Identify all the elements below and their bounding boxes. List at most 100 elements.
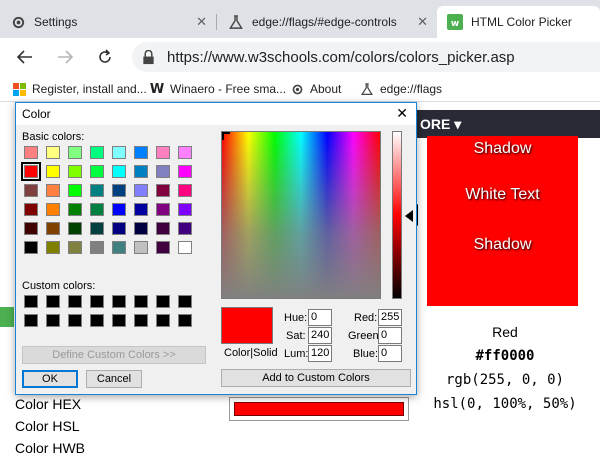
winaero-icon: W bbox=[149, 81, 165, 97]
bookmark-about[interactable]: About bbox=[290, 80, 341, 98]
color-input-swatch[interactable] bbox=[229, 397, 409, 421]
basic-color-swatch[interactable] bbox=[134, 165, 148, 178]
basic-color-swatch[interactable] bbox=[68, 184, 82, 197]
basic-color-swatch[interactable] bbox=[68, 222, 82, 235]
basic-color-swatch[interactable] bbox=[156, 184, 170, 197]
hue-input[interactable]: 0 bbox=[308, 309, 332, 326]
tab-settings[interactable]: Settings ✕ bbox=[0, 6, 215, 38]
custom-color-swatch[interactable] bbox=[46, 314, 60, 327]
nav-more-menu[interactable]: ORE ▾ bbox=[410, 110, 600, 138]
address-url[interactable]: https://www.w3schools.com/colors/colors_… bbox=[167, 49, 515, 66]
custom-color-swatch[interactable] bbox=[46, 295, 60, 308]
custom-color-swatch[interactable] bbox=[112, 314, 126, 327]
basic-color-swatch[interactable] bbox=[178, 165, 192, 178]
basic-color-swatch[interactable] bbox=[156, 146, 170, 159]
basic-color-swatch[interactable] bbox=[112, 241, 126, 254]
basic-color-swatch[interactable] bbox=[134, 184, 148, 197]
custom-color-swatch[interactable] bbox=[134, 314, 148, 327]
cancel-button[interactable]: Cancel bbox=[86, 370, 142, 388]
address-bar[interactable]: https://www.w3schools.com/colors/colors_… bbox=[132, 42, 600, 72]
ok-button[interactable]: OK bbox=[22, 370, 78, 388]
basic-color-swatch[interactable] bbox=[24, 222, 38, 235]
custom-color-swatch[interactable] bbox=[156, 314, 170, 327]
custom-color-swatch[interactable] bbox=[90, 295, 104, 308]
custom-color-swatch[interactable] bbox=[156, 295, 170, 308]
basic-color-swatch[interactable] bbox=[24, 241, 38, 254]
custom-color-swatch[interactable] bbox=[24, 314, 38, 327]
luminance-slider[interactable] bbox=[392, 131, 402, 299]
bookmark-register[interactable]: Register, install and... bbox=[12, 80, 147, 98]
lum-input[interactable]: 120 bbox=[308, 345, 332, 362]
close-icon[interactable]: ✕ bbox=[396, 105, 408, 122]
basic-color-swatch[interactable] bbox=[90, 184, 104, 197]
basic-color-swatch[interactable] bbox=[68, 146, 82, 159]
refresh-button[interactable] bbox=[94, 46, 116, 68]
basic-color-swatch[interactable] bbox=[90, 241, 104, 254]
color-spectrum[interactable] bbox=[221, 131, 381, 299]
color-solid-preview bbox=[221, 307, 273, 344]
custom-color-swatch[interactable] bbox=[112, 295, 126, 308]
close-icon[interactable]: ✕ bbox=[417, 14, 428, 30]
close-icon[interactable]: ✕ bbox=[196, 14, 207, 30]
tab-html-color-picker[interactable]: w HTML Color Picker bbox=[437, 6, 600, 38]
basic-color-swatch[interactable] bbox=[156, 165, 170, 178]
custom-color-swatch[interactable] bbox=[178, 314, 192, 327]
basic-color-swatch[interactable] bbox=[68, 165, 82, 178]
basic-color-swatch[interactable] bbox=[134, 146, 148, 159]
basic-color-swatch[interactable] bbox=[90, 146, 104, 159]
basic-color-swatch[interactable] bbox=[46, 165, 60, 178]
basic-color-swatch[interactable] bbox=[112, 203, 126, 216]
basic-color-swatch[interactable] bbox=[178, 222, 192, 235]
basic-color-swatch[interactable] bbox=[112, 184, 126, 197]
red-input[interactable]: 255 bbox=[378, 309, 402, 326]
basic-color-swatch[interactable] bbox=[134, 203, 148, 216]
basic-color-swatch[interactable] bbox=[134, 222, 148, 235]
basic-color-swatch[interactable] bbox=[46, 222, 60, 235]
tab-edge-flags[interactable]: edge://flags/#edge-controls ✕ bbox=[218, 6, 436, 38]
custom-color-swatch[interactable] bbox=[178, 295, 192, 308]
basic-color-swatch[interactable] bbox=[90, 165, 104, 178]
link-color-hwb[interactable]: Color HWB bbox=[15, 440, 85, 456]
basic-color-swatch[interactable] bbox=[134, 241, 148, 254]
link-color-hex[interactable]: Color HEX bbox=[15, 396, 81, 412]
basic-color-swatch[interactable] bbox=[24, 203, 38, 216]
basic-color-swatch[interactable] bbox=[178, 241, 192, 254]
basic-color-swatch[interactable] bbox=[156, 203, 170, 216]
basic-color-swatch[interactable] bbox=[68, 203, 82, 216]
basic-color-swatch[interactable] bbox=[178, 203, 192, 216]
basic-color-swatch[interactable] bbox=[112, 146, 126, 159]
basic-color-swatch[interactable] bbox=[68, 241, 82, 254]
luminance-slider-arrow-icon[interactable] bbox=[405, 210, 413, 222]
link-color-hsl[interactable]: Color HSL bbox=[15, 418, 80, 434]
basic-color-swatch[interactable] bbox=[90, 222, 104, 235]
basic-color-swatch[interactable] bbox=[156, 241, 170, 254]
blue-input[interactable]: 0 bbox=[378, 345, 402, 362]
basic-color-swatch[interactable] bbox=[46, 184, 60, 197]
basic-color-swatch[interactable] bbox=[178, 146, 192, 159]
basic-color-swatch[interactable] bbox=[46, 203, 60, 216]
basic-color-swatch[interactable] bbox=[21, 162, 41, 181]
forward-button[interactable] bbox=[54, 46, 76, 68]
basic-color-swatch[interactable] bbox=[24, 146, 38, 159]
bookmark-winaero[interactable]: W Winaero - Free sma... bbox=[150, 80, 286, 98]
basic-color-swatch[interactable] bbox=[46, 146, 60, 159]
sat-input[interactable]: 240 bbox=[308, 327, 332, 344]
basic-color-swatch[interactable] bbox=[156, 222, 170, 235]
basic-color-swatch[interactable] bbox=[112, 165, 126, 178]
basic-color-swatch[interactable] bbox=[178, 184, 192, 197]
basic-color-swatch[interactable] bbox=[90, 203, 104, 216]
basic-color-swatch[interactable] bbox=[112, 222, 126, 235]
custom-color-swatch[interactable] bbox=[68, 295, 82, 308]
custom-color-swatch[interactable] bbox=[134, 295, 148, 308]
green-input[interactable]: 0 bbox=[378, 327, 402, 344]
back-button[interactable] bbox=[14, 46, 36, 68]
basic-color-swatch[interactable] bbox=[46, 241, 60, 254]
basic-color-swatch[interactable] bbox=[24, 184, 38, 197]
add-to-custom-colors-button[interactable]: Add to Custom Colors bbox=[221, 369, 411, 387]
custom-color-swatch[interactable] bbox=[90, 314, 104, 327]
custom-color-swatch[interactable] bbox=[24, 295, 38, 308]
define-custom-colors-button[interactable]: Define Custom Colors >> bbox=[22, 346, 206, 364]
gear-icon bbox=[290, 82, 304, 96]
bookmark-edge-flags[interactable]: edge://flags bbox=[360, 80, 442, 98]
custom-color-swatch[interactable] bbox=[68, 314, 82, 327]
